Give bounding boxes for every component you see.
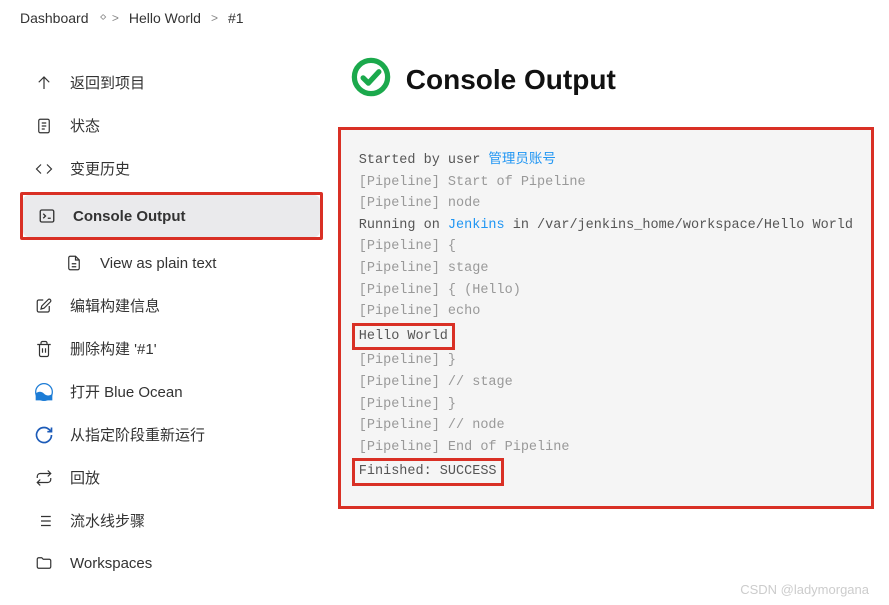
user-link[interactable]: 管理员账号	[488, 153, 556, 168]
sidebar-item-console[interactable]: Console Output	[23, 195, 320, 237]
sidebar-item-changes[interactable]: 变更历史	[20, 147, 323, 190]
console-line: [Pipeline] stage	[359, 258, 853, 280]
console-line: [Pipeline] { (Hello)	[359, 280, 853, 302]
sidebar-item-delete-build[interactable]: 删除构建 '#1'	[20, 327, 323, 370]
sidebar-item-back[interactable]: 返回到项目	[20, 61, 323, 104]
sidebar-item-label: Console Output	[73, 208, 186, 225]
node-link[interactable]: Jenkins	[448, 218, 505, 233]
sidebar-item-status[interactable]: 状态	[20, 104, 323, 147]
console-line: Started by user 管理员账号	[359, 150, 853, 172]
code-icon	[34, 159, 54, 179]
breadcrumb-item[interactable]: Hello World	[129, 10, 201, 26]
folder-icon	[34, 553, 54, 573]
sidebar-item-label: 回放	[70, 467, 100, 488]
sidebar-item-edit-build[interactable]: 编辑构建信息	[20, 284, 323, 327]
chevron-right-icon: >	[211, 11, 218, 25]
console-line: [Pipeline] echo	[359, 301, 853, 323]
success-check-icon	[350, 56, 392, 103]
console-line: [Pipeline] Start of Pipeline	[359, 172, 853, 194]
sidebar-item-label: 状态	[70, 115, 100, 136]
arrow-up-icon	[34, 73, 54, 93]
console-line: [Pipeline] {	[359, 236, 853, 258]
page-header: Console Output	[350, 56, 874, 103]
sidebar-item-label: View as plain text	[100, 255, 216, 272]
console-line: Running on Jenkins in /var/jenkins_home/…	[359, 215, 853, 237]
sidebar: 返回到项目 状态 变更历史 Console Output	[0, 36, 333, 594]
file-icon	[64, 253, 84, 273]
sidebar-item-restart-stage[interactable]: 从指定阶段重新运行	[20, 413, 323, 456]
console-line: [Pipeline] }	[359, 394, 853, 416]
sidebar-item-plaintext[interactable]: View as plain text	[20, 242, 323, 284]
restart-icon	[34, 425, 54, 445]
breadcrumb: Dashboard > Hello World > #1	[0, 0, 889, 36]
sidebar-item-workspaces[interactable]: Workspaces	[20, 542, 323, 584]
list-icon	[34, 511, 54, 531]
sidebar-item-label: 流水线步骤	[70, 510, 145, 531]
breadcrumb-separator-icon: >	[99, 11, 119, 25]
sidebar-item-label: 变更历史	[70, 158, 130, 179]
console-line-highlight: Finished: SUCCESS	[359, 458, 853, 486]
sidebar-item-label: 从指定阶段重新运行	[70, 424, 205, 445]
console-line-highlight: Hello World	[359, 323, 853, 351]
sidebar-item-pipeline-steps[interactable]: 流水线步骤	[20, 499, 323, 542]
sidebar-item-label: Workspaces	[70, 555, 152, 572]
watermark: CSDN @ladymorgana	[740, 582, 869, 597]
sidebar-item-label: 删除构建 '#1'	[70, 338, 157, 359]
sidebar-item-replay[interactable]: 回放	[20, 456, 323, 499]
terminal-icon	[37, 206, 57, 226]
document-icon	[34, 116, 54, 136]
console-line: [Pipeline] }	[359, 350, 853, 372]
highlight-box: Console Output	[20, 192, 323, 240]
breadcrumb-item[interactable]: #1	[228, 10, 244, 26]
sidebar-item-blue-ocean[interactable]: 打开 Blue Ocean	[20, 370, 323, 413]
console-line: [Pipeline] node	[359, 193, 853, 215]
console-output-panel: Started by user 管理员账号 [Pipeline] Start o…	[338, 127, 874, 509]
console-line: [Pipeline] End of Pipeline	[359, 437, 853, 459]
sidebar-item-label: 返回到项目	[70, 72, 145, 93]
page-title: Console Output	[406, 64, 616, 96]
sidebar-item-label: 编辑构建信息	[70, 295, 160, 316]
breadcrumb-item[interactable]: Dashboard	[20, 10, 89, 26]
content-area: Console Output Started by user 管理员账号 [Pi…	[333, 36, 889, 594]
sidebar-item-label: 打开 Blue Ocean	[70, 381, 183, 402]
replay-icon	[34, 468, 54, 488]
console-line: [Pipeline] // stage	[359, 372, 853, 394]
edit-icon	[34, 296, 54, 316]
trash-icon	[34, 339, 54, 359]
console-line: [Pipeline] // node	[359, 415, 853, 437]
blue-ocean-icon	[34, 382, 54, 402]
